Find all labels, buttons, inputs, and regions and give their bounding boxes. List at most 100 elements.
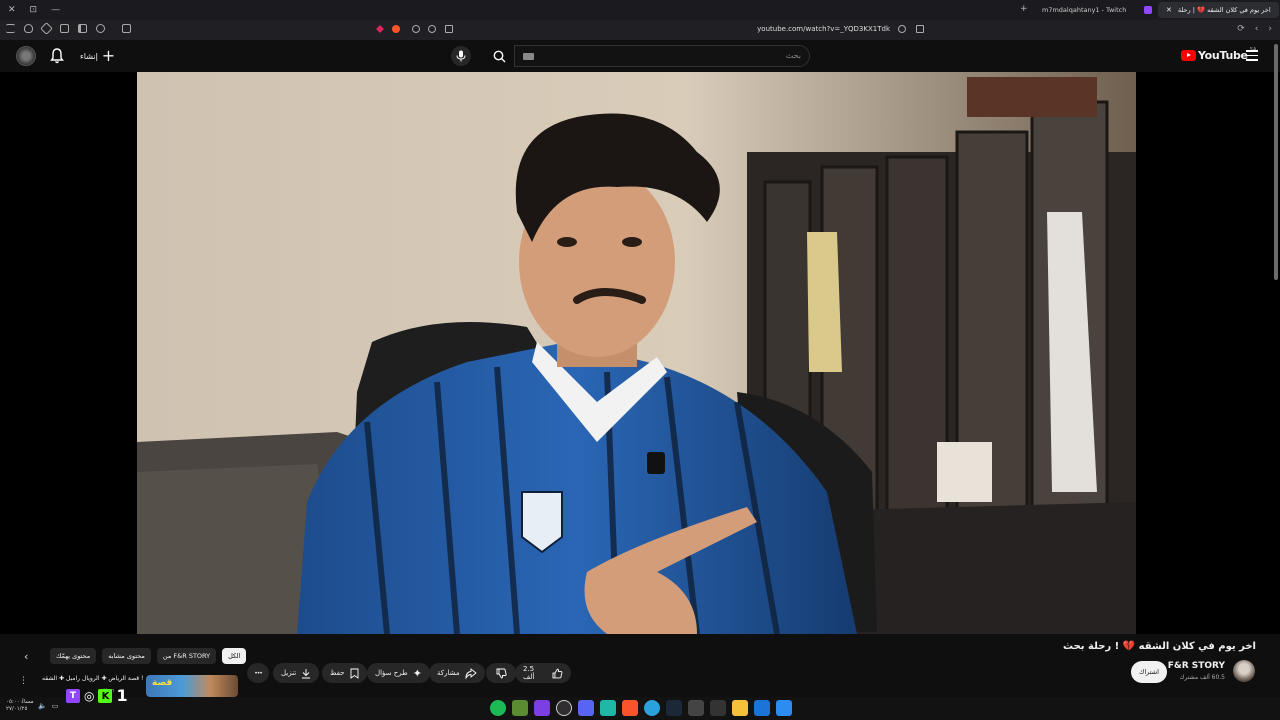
search-button[interactable] — [484, 45, 514, 67]
notifications-bell-icon[interactable] — [50, 48, 64, 64]
media-icon[interactable] — [445, 25, 453, 33]
menu-icon[interactable] — [6, 24, 15, 33]
like-count: 2.5 ألف — [523, 665, 535, 681]
create-label: إنشاء — [80, 51, 98, 61]
telegram-icon[interactable] — [644, 700, 660, 716]
bookmark-icon[interactable] — [916, 25, 924, 33]
screenshot-icon[interactable] — [122, 24, 131, 33]
reload-extension-icon[interactable] — [412, 25, 420, 33]
terminal-icon[interactable] — [710, 700, 726, 716]
clock[interactable]: مساءً ٠٥:٠٠ ٢٧/٠١/٢٥ — [6, 699, 34, 713]
plus-icon: + — [101, 46, 116, 65]
tab-label: m7mdalqahtany1 - Twitch — [1042, 6, 1127, 14]
ask-button[interactable]: طرح سؤال ✦ — [367, 663, 430, 683]
overlay-number: 1 — [116, 686, 128, 705]
brave-icon[interactable] — [622, 700, 638, 716]
steam-icon[interactable] — [666, 700, 682, 716]
chevron-left-icon[interactable]: ‹ — [24, 650, 28, 663]
forward-icon[interactable]: › — [1268, 24, 1272, 34]
music-icon[interactable] — [96, 24, 105, 33]
site-settings-icon[interactable] — [898, 25, 906, 33]
search-icon — [493, 50, 505, 62]
start-icon[interactable] — [776, 700, 792, 716]
sparkle-icon: ✦ — [412, 666, 422, 680]
keyboard-icon[interactable] — [523, 53, 534, 60]
kick-logo-icon: K — [98, 689, 113, 703]
tabs-icon[interactable] — [60, 24, 69, 33]
network-icon[interactable]: ▭ — [52, 702, 59, 710]
video-title-suffix: ! رحلة بحث — [1063, 641, 1120, 652]
url-text[interactable]: youtube.com/watch?v=_YQD3KX1Tdk — [757, 25, 890, 33]
obs-icon[interactable] — [556, 700, 572, 716]
mail-icon[interactable] — [754, 700, 770, 716]
app-purple-icon[interactable] — [534, 700, 550, 716]
channel-avatar[interactable] — [1233, 660, 1255, 682]
guide-menu-icon[interactable] — [1246, 50, 1258, 62]
subscribe-button[interactable]: اشتراك — [1131, 661, 1167, 683]
window-controls: ✕ ⊡ — — [0, 5, 60, 15]
video-title: اخر يوم في كلان الشقه 💔 ! رحلة بحث — [1063, 641, 1256, 652]
more-actions-button[interactable]: ••• — [247, 663, 269, 683]
brave-rewards-icon[interactable] — [376, 25, 384, 33]
minimize-window-icon[interactable]: — — [51, 5, 60, 15]
app-teal-icon[interactable] — [600, 700, 616, 716]
bookmark-save-icon — [350, 668, 358, 679]
search-input[interactable]: بحث — [514, 45, 810, 67]
file-explorer-icon[interactable] — [732, 700, 748, 716]
reload-icon[interactable]: ⟳ — [1237, 24, 1245, 34]
share-button[interactable]: مشاركة — [429, 663, 485, 683]
channel-name[interactable]: F&R STORY — [1168, 661, 1225, 671]
brave-shield-icon[interactable] — [392, 25, 400, 33]
chip-from-channel[interactable]: من F&R STORY — [156, 648, 217, 664]
dislike-button[interactable] — [486, 663, 516, 683]
minecraft-icon[interactable] — [512, 700, 528, 716]
restore-window-icon[interactable]: ⊡ — [30, 5, 38, 15]
save-button[interactable]: حفظ — [322, 663, 367, 683]
youtube-header: إنشاء + بحث YouTube SA — [0, 40, 1280, 72]
create-button[interactable]: إنشاء + — [80, 48, 115, 64]
page-scrollbar[interactable] — [1274, 44, 1278, 280]
chip-for-you[interactable]: محتوى يهمّك — [50, 648, 97, 664]
chip-all[interactable]: الكل — [222, 648, 247, 664]
sidebar-icon[interactable] — [78, 24, 87, 33]
video-player[interactable] — [137, 72, 1136, 634]
new-tab-button[interactable]: + — [1020, 4, 1028, 14]
thumbs-down-icon — [496, 668, 507, 678]
browser-tab-youtube[interactable]: ✕ اخر يوم في كلان الشقه 💔 | رحلة — [1158, 2, 1279, 18]
toolbar-left-icons — [6, 22, 131, 35]
clock-time: مساءً ٠٥:٠٠ — [6, 699, 34, 705]
discord-icon[interactable] — [578, 700, 594, 716]
chip-similar[interactable]: محتوى مشابه — [102, 648, 151, 664]
zoom-icon[interactable] — [428, 25, 436, 33]
like-button[interactable]: 2.5 ألف — [515, 663, 571, 683]
more-icon: ••• — [254, 669, 263, 677]
recommendation-title[interactable]: قصة الرياض ✚ الرويال رامبل ✚ الشقه ! — [42, 675, 143, 682]
shield-icon[interactable] — [24, 24, 33, 33]
browser-tab-twitch[interactable]: m7mdalqahtany1 - Twitch — [1034, 2, 1134, 18]
ask-label: طرح سؤال — [375, 669, 408, 677]
twitch-icon — [1144, 6, 1152, 14]
microphone-icon — [456, 50, 466, 62]
voice-search-button[interactable] — [451, 46, 471, 66]
spotify-icon[interactable] — [490, 700, 506, 716]
calculator-icon[interactable] — [688, 700, 704, 716]
address-bar[interactable]: youtube.com/watch?v=_YQD3KX1Tdk — [370, 23, 930, 37]
taskbar: مساءً ٠٥:٠٠ ٢٧/٠١/٢٥ 🔈 ▭ — [0, 697, 1280, 720]
tools-icon[interactable] — [40, 22, 53, 35]
download-button[interactable]: تنزيل — [273, 663, 320, 683]
related-chips: محتوى يهمّك محتوى مشابه من F&R STORY الك… — [50, 648, 247, 664]
twitch-favicon-tab[interactable] — [1140, 2, 1156, 18]
close-tab-icon[interactable]: ✕ — [1166, 6, 1172, 14]
recommendation-thumbnail[interactable]: قصة — [146, 675, 238, 697]
account-avatar[interactable] — [16, 46, 36, 66]
volume-icon[interactable]: 🔈 — [38, 702, 47, 710]
thumbs-up-icon — [552, 668, 563, 678]
taskbar-apps — [490, 700, 792, 716]
video-frame — [137, 72, 1136, 634]
overlay-ring-icon: ◎ — [84, 689, 95, 703]
vertical-dots-icon[interactable]: ⋮ — [19, 676, 28, 686]
back-icon[interactable]: ‹ — [1255, 24, 1259, 34]
logo-text: YouTube — [1198, 49, 1248, 62]
system-tray: 🔈 ▭ — [38, 702, 58, 710]
close-window-icon[interactable]: ✕ — [8, 5, 16, 15]
